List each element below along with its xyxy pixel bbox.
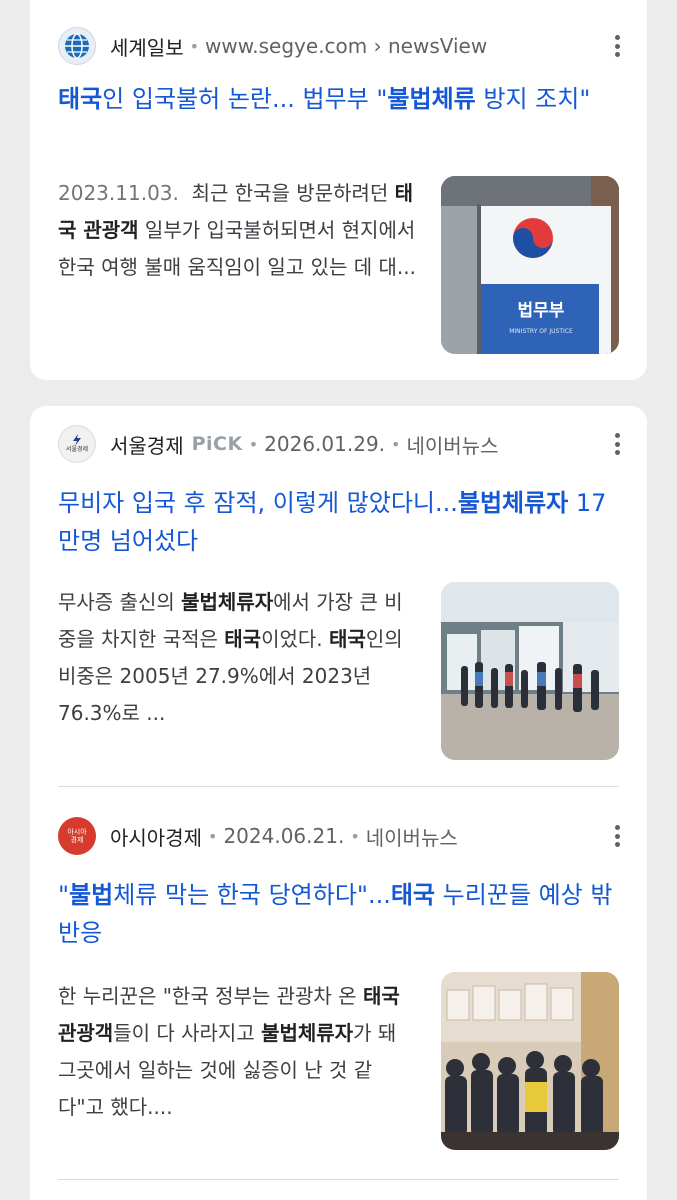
result-thumbnail[interactable]: [441, 972, 619, 1150]
text-segment: 무사증 출신의: [58, 590, 182, 614]
text-segment: ": [58, 881, 70, 909]
result-divider: [58, 786, 619, 787]
result-divider: [58, 1179, 619, 1180]
source-row[interactable]: 서울경제 서울경제 PiCK • 2026.01.29. • 네이버뉴스: [58, 424, 620, 464]
globe-logo-icon: [58, 27, 96, 65]
text-segment: 이었다.: [261, 627, 330, 651]
separator-dot: •: [189, 36, 200, 56]
result-snippet: 한 누리꾼은 "한국 정부는 관광차 온 태국 관광객들이 다 사라지고 불법체…: [58, 978, 418, 1126]
highlighted-keyword: 태국: [390, 881, 436, 909]
asia-economy-logo-icon: 아시아 경제: [58, 817, 96, 855]
separator-dot: •: [350, 826, 360, 846]
result-thumbnail[interactable]: 법무부 MINISTRY OF JUSTICE: [441, 176, 619, 354]
highlighted-keyword: 불법: [69, 881, 114, 909]
seoul-economy-logo-icon: 서울경제: [58, 425, 96, 463]
text-segment: 인 입국불허 논란... 법무부 ": [102, 85, 388, 113]
highlighted-keyword: 불법체류자: [457, 489, 569, 517]
text-segment: 방지 조치": [475, 85, 591, 113]
text-segment: 최근 한국을 방문하려던: [191, 181, 395, 205]
result-item[interactable]: 아시아 경제 아시아경제 • 2024.06.21. • 네이버뉴스 "불법체류…: [30, 790, 647, 1200]
separator-dot: •: [208, 826, 218, 846]
highlighted-keyword: 태국: [224, 627, 262, 651]
text-segment: 한 누리꾼은 "한국 정부는 관광차 온: [58, 984, 363, 1008]
source-platform: 네이버뉴스: [365, 825, 458, 850]
text-segment: 체류 막는 한국 당연하다"...: [113, 881, 391, 909]
source-url: www.segye.com › newsView: [205, 34, 488, 58]
source-date: 2026.01.29.: [264, 432, 386, 456]
result-title[interactable]: 무비자 입국 후 잠적, 이렇게 많았다니...불법체류자 17만명 넘어섰다: [58, 484, 627, 560]
snippet-text: 한 누리꾼은 "한국 정부는 관광차 온 태국 관광객들이 다 사라지고 불법체…: [58, 984, 400, 1119]
highlighted-keyword: 불법체류자: [261, 1021, 354, 1045]
more-options-icon[interactable]: [605, 428, 629, 460]
result-item[interactable]: 세계일보 • www.segye.com › newsView 태국인 입국불허…: [30, 0, 647, 380]
snippet-text: 무사증 출신의 불법체류자에서 가장 큰 비중을 차지한 국적은 태국이었다. …: [58, 590, 403, 725]
highlighted-keyword: 태국: [58, 85, 103, 113]
text-segment: 들이 다 사라지고: [113, 1021, 262, 1045]
text-segment: 무비자 입국 후 잠적, 이렇게 많았다니...: [58, 489, 458, 517]
separator-dot: •: [248, 434, 259, 454]
result-title[interactable]: "불법체류 막는 한국 당연하다"...태국 누리꾼들 예상 밖 반응: [58, 876, 627, 952]
separator-dot: •: [391, 434, 401, 454]
highlighted-keyword: 불법체류: [387, 85, 476, 113]
source-row[interactable]: 아시아 경제 아시아경제 • 2024.06.21. • 네이버뉴스: [58, 816, 620, 856]
more-options-icon[interactable]: [605, 30, 629, 62]
result-card-group: 서울경제 서울경제 PiCK • 2026.01.29. • 네이버뉴스 무비자…: [30, 406, 647, 1200]
result-snippet: 무사증 출신의 불법체류자에서 가장 큰 비중을 차지한 국적은 태국이었다. …: [58, 584, 418, 732]
source-name: 서울경제: [110, 433, 184, 458]
highlighted-keyword: 태국: [329, 627, 366, 651]
source-date: 2024.06.21.: [223, 824, 345, 848]
svg-text:MINISTRY OF JUSTICE: MINISTRY OF JUSTICE: [509, 328, 573, 335]
more-options-icon[interactable]: [605, 820, 629, 852]
search-results-page: 세계일보 • www.segye.com › newsView 태국인 입국불허…: [0, 0, 677, 1200]
svg-text:법무부: 법무부: [518, 301, 565, 321]
result-thumbnail[interactable]: [441, 582, 619, 760]
source-platform: 네이버뉴스: [406, 433, 499, 458]
result-snippet: 2023.11.03. 최근 한국을 방문하려던 태국 관광객 일부가 입국불허…: [58, 175, 418, 286]
source-row[interactable]: 세계일보 • www.segye.com › newsView: [58, 26, 620, 66]
result-date: 2023.11.03.: [58, 181, 179, 205]
result-card-segye: 세계일보 • www.segye.com › newsView 태국인 입국불허…: [30, 0, 647, 380]
source-name: 아시아경제: [110, 825, 202, 850]
result-item[interactable]: 서울경제 서울경제 PiCK • 2026.01.29. • 네이버뉴스 무비자…: [30, 406, 647, 786]
pick-badge: PiCK: [191, 433, 243, 455]
result-title[interactable]: 태국인 입국불허 논란... 법무부 "불법체류 방지 조치": [58, 80, 627, 118]
source-name: 세계일보: [110, 35, 184, 60]
highlighted-keyword: 불법체류자: [181, 590, 274, 614]
